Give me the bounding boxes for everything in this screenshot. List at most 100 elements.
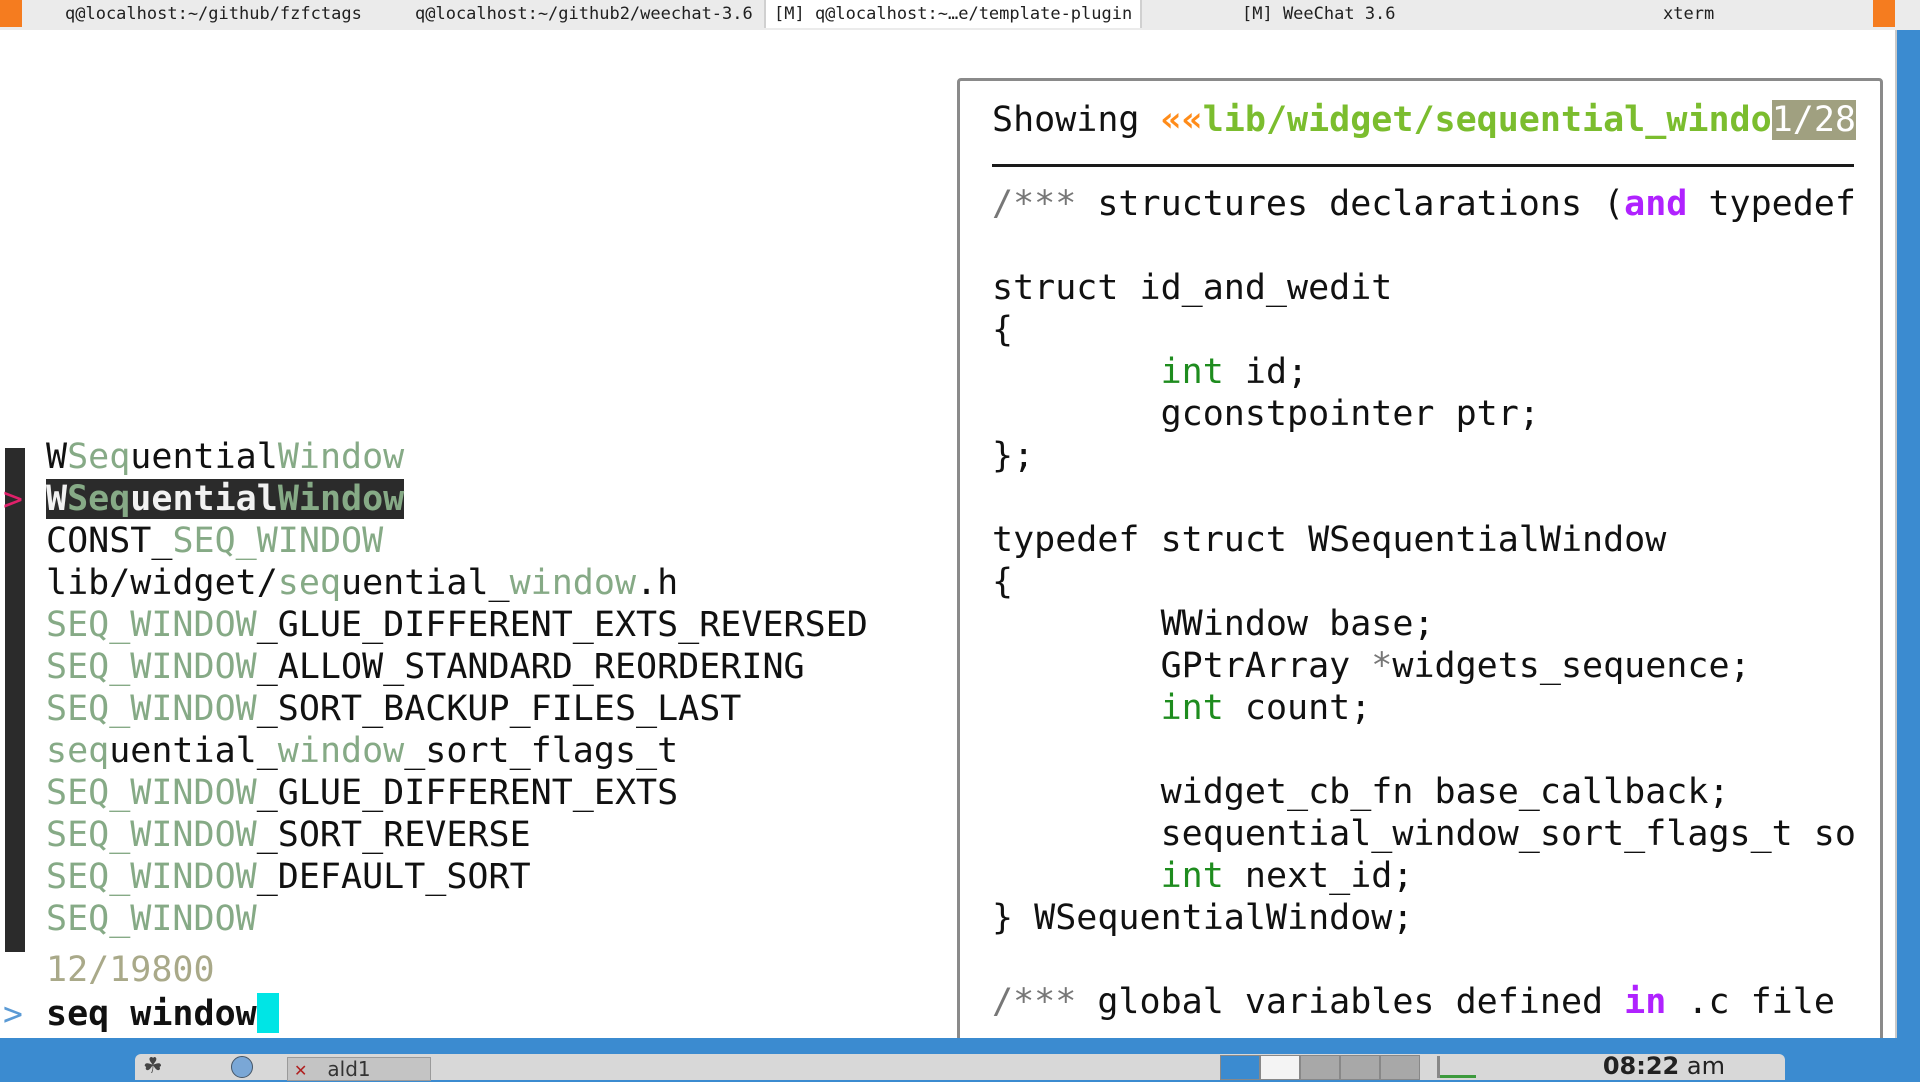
match-highlight: seq	[277, 563, 342, 603]
code-type: int	[1160, 856, 1224, 896]
match-highlight: SEQ_WINDOW	[172, 521, 384, 561]
result-item[interactable]: SEQ_WINDOW	[46, 898, 257, 940]
match-highlight: Window	[277, 437, 405, 477]
result-item[interactable]: lib/widget/sequential_window.h	[46, 562, 678, 604]
code-text: next_id;	[1223, 856, 1414, 896]
code-line: };	[992, 435, 1034, 477]
terminal-tab-bar: q@localhost:~/github/fzfctags q@localhos…	[0, 0, 1920, 30]
result-text-part: lib/widget/	[46, 563, 278, 603]
result-item[interactable]: SEQ_WINDOW_SORT_REVERSE	[46, 814, 531, 856]
taskbar-task-button[interactable]: ✕ ald1	[287, 1057, 431, 1081]
globe-icon[interactable]	[231, 1056, 253, 1078]
result-text: lib/widget/sequential_window.h	[46, 563, 678, 603]
panel: ☘ ✕ ald1 08:22 am	[135, 1052, 1785, 1081]
result-item[interactable]: sequential_window_sort_flags_t	[46, 730, 678, 772]
result-text-part: uential_	[341, 563, 510, 603]
xterm-icon: ✕	[294, 1061, 308, 1080]
code-line: struct id_and_wedit	[992, 267, 1392, 309]
clock-time: 08:22	[1602, 1052, 1680, 1080]
code-line: sequential_window_sort_flags_t so	[992, 813, 1856, 855]
code-text: typedef	[1687, 184, 1856, 224]
match-highlight: Window	[277, 479, 405, 519]
code-text: global variables defined	[1097, 982, 1625, 1022]
code-type: int	[1160, 352, 1224, 392]
code-text: structures declarations (	[1097, 184, 1625, 224]
match-highlight: SEQ_WINDOW	[46, 815, 257, 855]
terminal-area[interactable]: 12/19800 > seq window Showing ««lib/widg…	[0, 30, 1897, 1046]
result-text-part: uential	[130, 437, 278, 477]
result-item[interactable]: CONST_SEQ_WINDOW	[46, 520, 383, 562]
code-line: int id;	[992, 351, 1309, 393]
tab-weechat[interactable]: [M] WeeChat 3.6	[1242, 0, 1396, 28]
workspace-3[interactable]	[1300, 1055, 1340, 1080]
code-text: widgets_sequence;	[1392, 646, 1751, 686]
tab-xterm[interactable]: xterm	[1663, 0, 1714, 28]
code-line: } WSequentialWindow;	[992, 897, 1413, 939]
result-text-part: _ALLOW_STANDARD_REORDERING	[256, 647, 805, 687]
code-text: GPtrArray	[992, 646, 1372, 686]
code-comment: /***	[992, 982, 1098, 1022]
cpu-monitor-icon	[1437, 1056, 1476, 1078]
tab-fzfctags[interactable]: q@localhost:~/github/fzfctags	[65, 0, 362, 28]
workspace-2[interactable]	[1260, 1055, 1300, 1080]
result-text-part: uential	[130, 479, 278, 519]
result-text: WSequentialWindow	[46, 437, 404, 477]
match-highlight: SEQ_WINDOW	[46, 647, 257, 687]
text-cursor	[256, 993, 279, 1033]
result-text: SEQ_WINDOW_GLUE_DIFFERENT_EXTS_REVERSED	[46, 605, 868, 645]
result-text: SEQ_WINDOW_SORT_BACKUP_FILES_LAST	[46, 689, 741, 729]
code-text: {	[992, 310, 1014, 350]
query-line[interactable]: seq window	[46, 993, 279, 1035]
result-item[interactable]: SEQ_WINDOW_GLUE_DIFFERENT_EXTS_REVERSED	[46, 604, 868, 646]
code-comment: *	[1371, 646, 1393, 686]
tab-template-plugin[interactable]: [M] q@localhost:~…e/template-plugin	[764, 0, 1142, 28]
code-text: sequential_window_sort_flags_t so	[992, 814, 1856, 854]
code-line: {	[992, 309, 1013, 351]
preview-pane[interactable]: Showing ««lib/widget/sequential_windo1/2…	[957, 78, 1883, 1046]
preview-divider	[992, 164, 1854, 167]
result-text-part: .h	[636, 563, 679, 603]
window-close-button[interactable]	[1873, 0, 1895, 27]
match-highlight: window	[277, 731, 405, 771]
taskbar: ☘ ✕ ald1 08:22 am	[0, 1038, 1920, 1081]
foot-icon[interactable]: ☘	[143, 1054, 163, 1079]
code-keyword: and	[1624, 184, 1688, 224]
search-query-input[interactable]: seq window	[46, 994, 257, 1034]
result-item[interactable]: SEQ_WINDOW_DEFAULT_SORT	[46, 856, 531, 898]
result-text: SEQ_WINDOW_SORT_REVERSE	[46, 815, 531, 855]
workspace-5[interactable]	[1380, 1055, 1420, 1080]
match-highlight: Seq	[67, 479, 131, 519]
code-text: {	[992, 562, 1014, 602]
match-highlight: seq	[46, 731, 110, 771]
code-line: int next_id;	[992, 855, 1414, 897]
workspace-4[interactable]	[1340, 1055, 1380, 1080]
match-highlight: SEQ_WINDOW	[46, 605, 257, 645]
code-text: id;	[1223, 352, 1309, 392]
result-item[interactable]: WSequentialWindow	[46, 478, 405, 520]
match-highlight: SEQ_WINDOW	[46, 899, 257, 939]
preview-position: 1/28	[1771, 100, 1856, 140]
result-item[interactable]: SEQ_WINDOW_GLUE_DIFFERENT_EXTS	[46, 772, 678, 814]
code-text: typedef struct WSequentialWindow	[992, 520, 1667, 560]
window-menu-button[interactable]	[0, 0, 22, 27]
preview-filename: lib/widget/sequential_windo	[1202, 100, 1772, 140]
result-item[interactable]: SEQ_WINDOW_SORT_BACKUP_FILES_LAST	[46, 688, 741, 730]
workspace-1[interactable]	[1220, 1055, 1260, 1080]
match-highlight: Seq	[67, 437, 131, 477]
result-text: SEQ_WINDOW_GLUE_DIFFERENT_EXTS	[46, 773, 678, 813]
code-text: .c file	[1666, 982, 1835, 1022]
code-comment: /***	[992, 184, 1098, 224]
result-text: CONST_SEQ_WINDOW	[46, 521, 383, 561]
match-highlight: SEQ_WINDOW	[46, 773, 257, 813]
result-text-part: CONST_	[46, 521, 173, 561]
clock: 08:22 am	[1603, 1052, 1725, 1080]
result-item[interactable]: SEQ_WINDOW_ALLOW_STANDARD_REORDERING	[46, 646, 805, 688]
preview-header: Showing ««lib/widget/sequential_windo1/2…	[992, 99, 1856, 141]
clock-ampm: am	[1686, 1052, 1725, 1080]
result-text-part: _SORT_REVERSE	[256, 815, 531, 855]
tab-weechat-src[interactable]: q@localhost:~/github2/weechat-3.6	[415, 0, 753, 28]
code-text: };	[992, 436, 1035, 476]
result-item[interactable]: WSequentialWindow	[46, 436, 404, 478]
